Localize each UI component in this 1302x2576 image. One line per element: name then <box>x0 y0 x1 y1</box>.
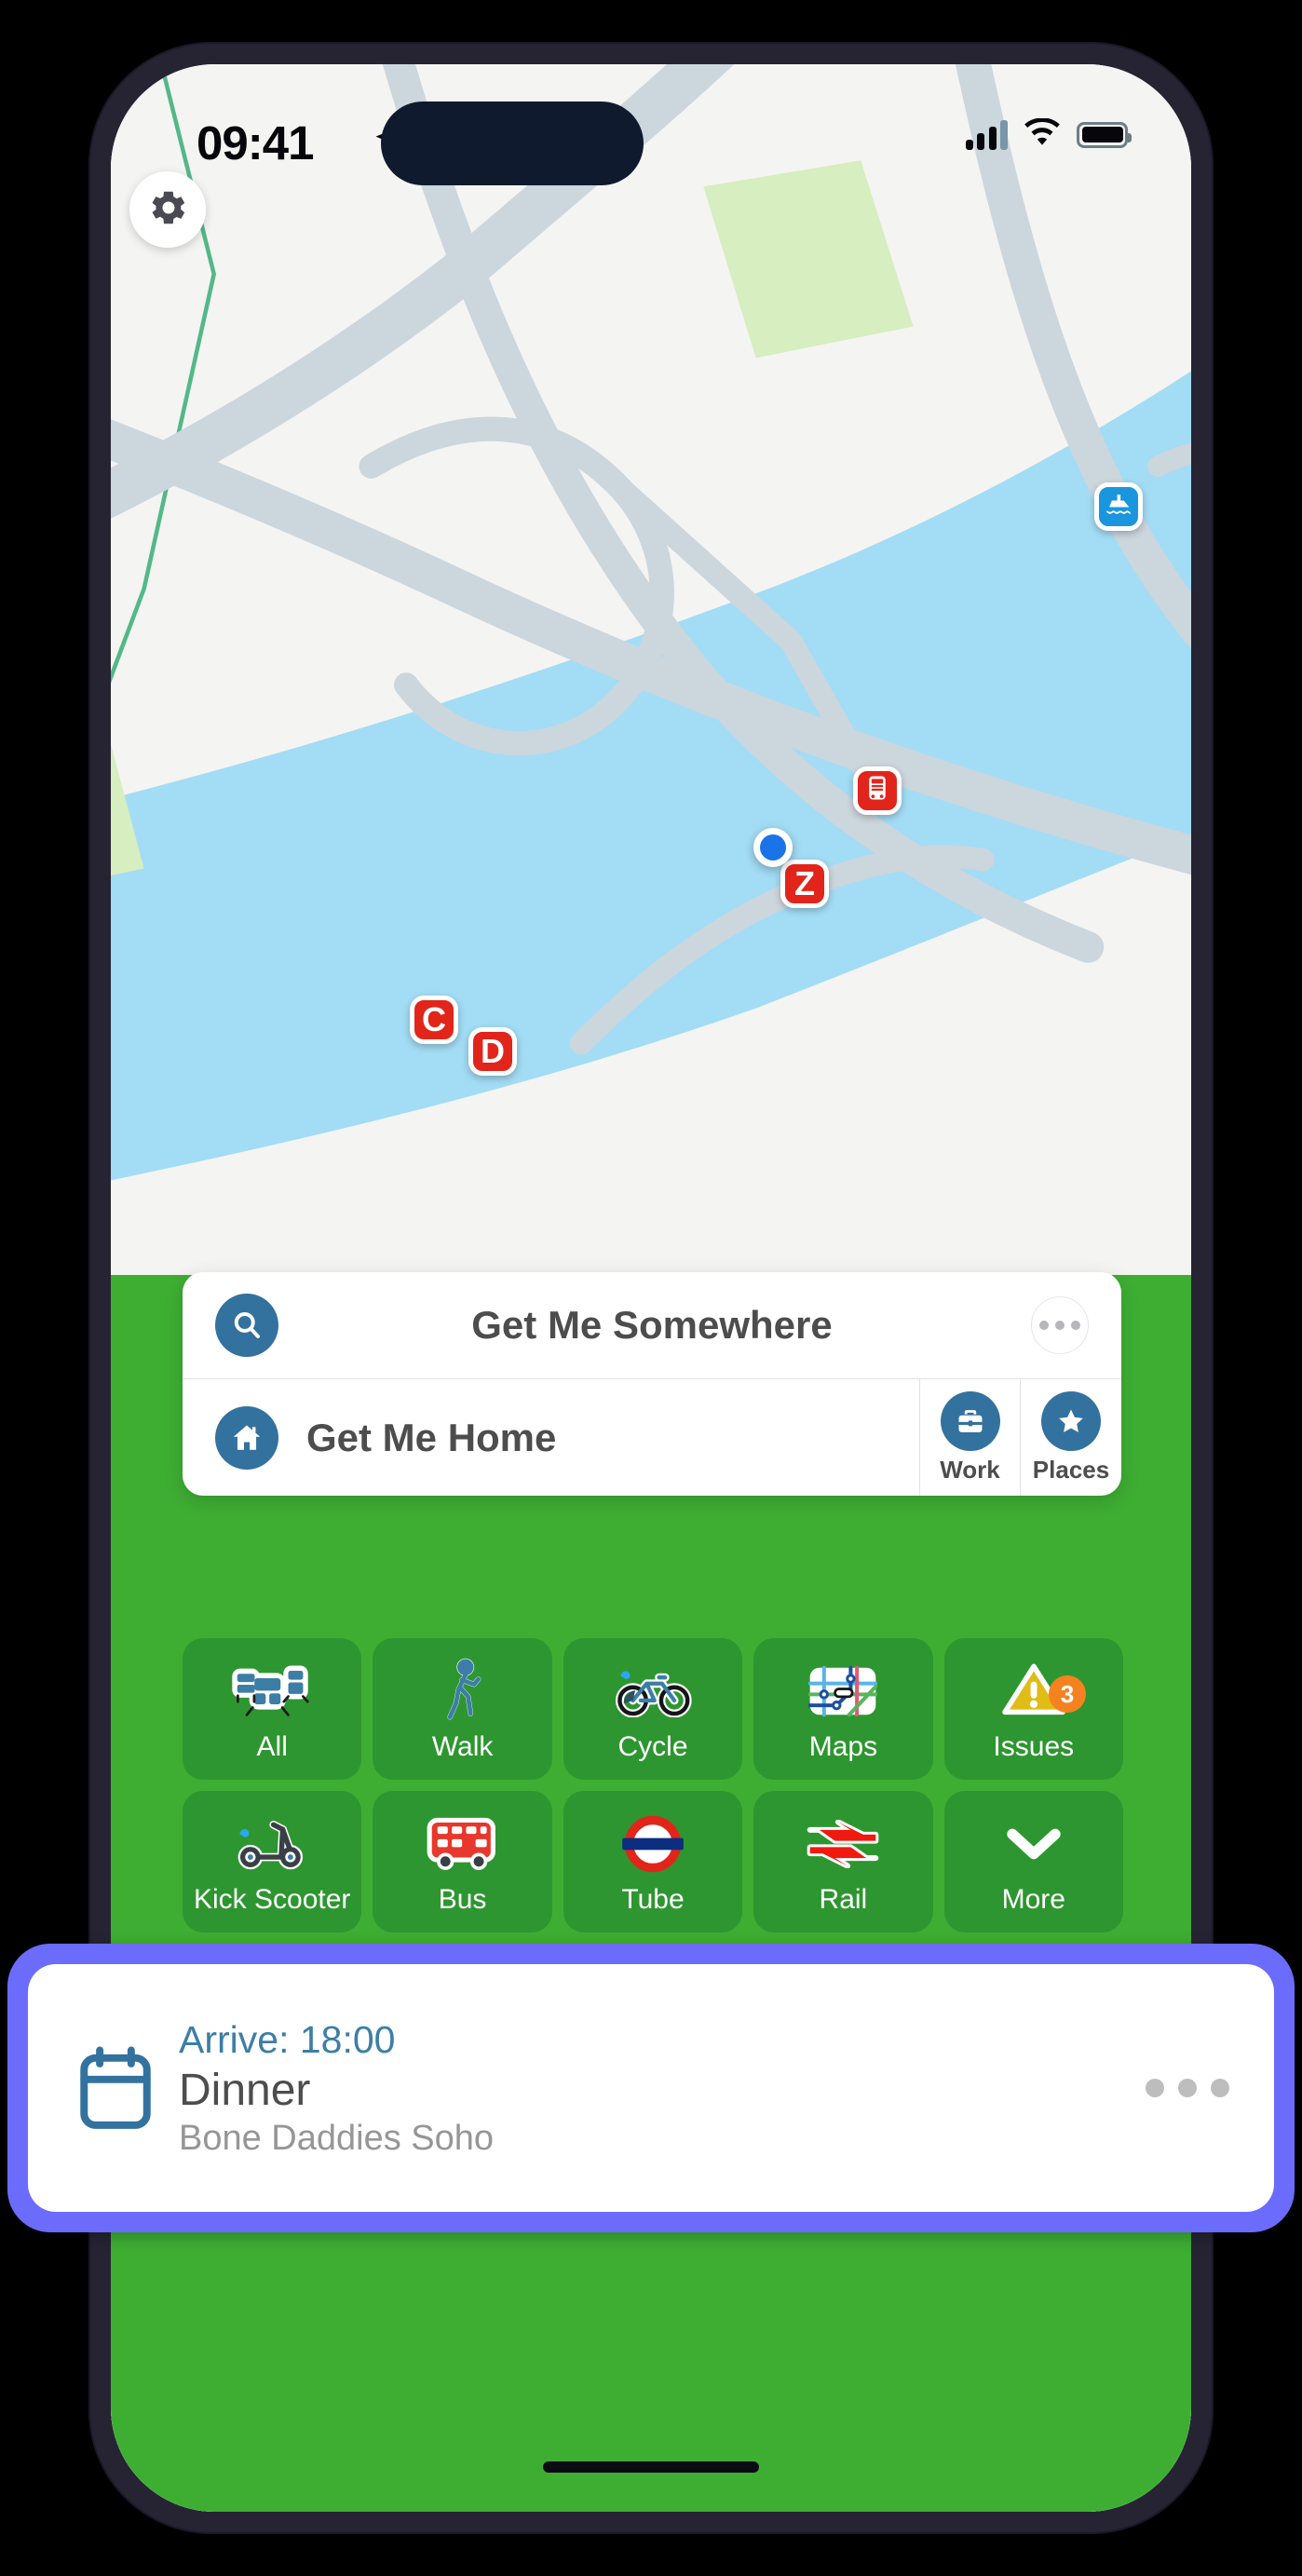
tile-tube[interactable]: Tube <box>563 1791 743 1932</box>
transit-modes-icon <box>232 1655 312 1728</box>
tile-label: Issues <box>993 1731 1075 1762</box>
double-decker-bus-icon <box>426 1808 500 1880</box>
cellular-bars-icon <box>965 119 1008 150</box>
calendar-event-card[interactable]: Arrive: 18:00 Dinner Bone Daddies Soho <box>7 1944 1295 2232</box>
boat-icon <box>1103 488 1134 525</box>
calendar-text-block: Arrive: 18:00 Dinner Bone Daddies Soho <box>179 2018 494 2159</box>
calendar-event-location: Bone Daddies Soho <box>179 2118 495 2158</box>
shortcut-places[interactable]: Places <box>1021 1379 1121 1496</box>
tile-label: Kick Scooter <box>193 1884 351 1915</box>
tile-walk[interactable]: Walk <box>373 1638 552 1780</box>
get-me-somewhere-row[interactable]: Get Me Somewhere <box>183 1272 1121 1379</box>
walking-person-icon <box>441 1655 485 1728</box>
ellipsis-dot <box>1146 2079 1164 2097</box>
calendar-event-title: Dinner <box>179 2065 311 2115</box>
status-bar: 09:41 <box>111 64 1191 204</box>
status-time: 09:41 <box>197 116 314 169</box>
wifi-icon <box>1024 117 1061 151</box>
shortcut-work[interactable]: Work <box>920 1379 1021 1496</box>
tile-rail[interactable]: Rail <box>753 1791 933 1932</box>
tile-cycle[interactable]: Cycle <box>563 1638 743 1780</box>
map-marker-c[interactable]: C <box>410 996 458 1044</box>
map-marker-bus[interactable] <box>853 766 902 815</box>
user-location-dot <box>753 828 793 867</box>
briefcase-icon <box>940 1390 1000 1451</box>
bicycle-icon <box>613 1655 693 1728</box>
ellipsis-dot <box>1178 2079 1197 2097</box>
marker-letter: C <box>422 1000 446 1038</box>
get-me-somewhere-label: Get Me Somewhere <box>471 1303 833 1347</box>
tile-label: Tube <box>621 1884 685 1915</box>
tube-roundel-icon <box>622 1808 684 1880</box>
tile-maps[interactable]: Maps <box>753 1638 933 1780</box>
get-me-home-button[interactable]: Get Me Home <box>183 1379 920 1496</box>
star-icon <box>1041 1390 1101 1451</box>
chevron-down-icon <box>1006 1808 1062 1880</box>
tile-label: Walk <box>431 1731 494 1762</box>
tile-label: Cycle <box>617 1731 688 1762</box>
calendar-icon <box>73 2045 158 2131</box>
tile-label: More <box>1001 1884 1065 1915</box>
ellipsis-dot <box>1071 1321 1080 1330</box>
calendar-arrive-time: Arrive: 18:00 <box>179 2017 396 2061</box>
mode-tile-grid: All Walk Cycle Maps 3 Issues Kick Scoote… <box>183 1638 1123 1932</box>
tile-label: Rail <box>819 1884 868 1915</box>
tile-label: All <box>256 1731 288 1762</box>
ellipsis-dot <box>1211 2079 1229 2097</box>
national-rail-icon <box>804 1808 882 1880</box>
get-me-home-label: Get Me Home <box>306 1415 557 1459</box>
search-icon[interactable] <box>215 1294 278 1357</box>
tile-all[interactable]: All <box>183 1638 362 1780</box>
kick-scooter-icon <box>232 1808 312 1880</box>
tile-bus[interactable]: Bus <box>373 1791 552 1932</box>
home-indicator <box>543 2461 759 2473</box>
status-indicators <box>965 117 1132 151</box>
bus-icon <box>863 774 891 807</box>
map-marker-boat[interactable] <box>1094 482 1143 531</box>
tile-issues[interactable]: 3 Issues <box>943 1638 1123 1780</box>
search-card: Get Me Somewhere Get Me Home Work Places <box>183 1272 1121 1496</box>
map-marker-d[interactable]: D <box>468 1027 517 1076</box>
tile-more[interactable]: More <box>943 1791 1123 1932</box>
tile-label: Maps <box>808 1731 878 1762</box>
ellipsis-dot <box>1039 1321 1049 1330</box>
marker-letter: Z <box>794 864 815 902</box>
tile-label: Bus <box>438 1884 487 1915</box>
battery-full-icon <box>1077 121 1132 148</box>
tile-kick-scooter[interactable]: Kick Scooter <box>183 1791 362 1932</box>
shortcut-work-label: Work <box>940 1455 1000 1484</box>
quick-destinations-row: Get Me Home Work Places <box>183 1379 1121 1496</box>
home-icon <box>215 1405 278 1470</box>
calendar-overflow-button[interactable] <box>1146 2079 1229 2097</box>
search-overflow-button[interactable] <box>1031 1296 1089 1354</box>
transit-map-icon <box>808 1655 878 1728</box>
shortcut-places-label: Places <box>1032 1455 1110 1484</box>
issues-badge: 3 <box>1048 1675 1086 1713</box>
dynamic-island <box>381 102 644 185</box>
calendar-card-inner: Arrive: 18:00 Dinner Bone Daddies Soho <box>28 1964 1274 2212</box>
marker-letter: D <box>481 1032 505 1070</box>
ellipsis-dot <box>1055 1321 1065 1330</box>
map-marker-z[interactable]: Z <box>780 860 829 908</box>
